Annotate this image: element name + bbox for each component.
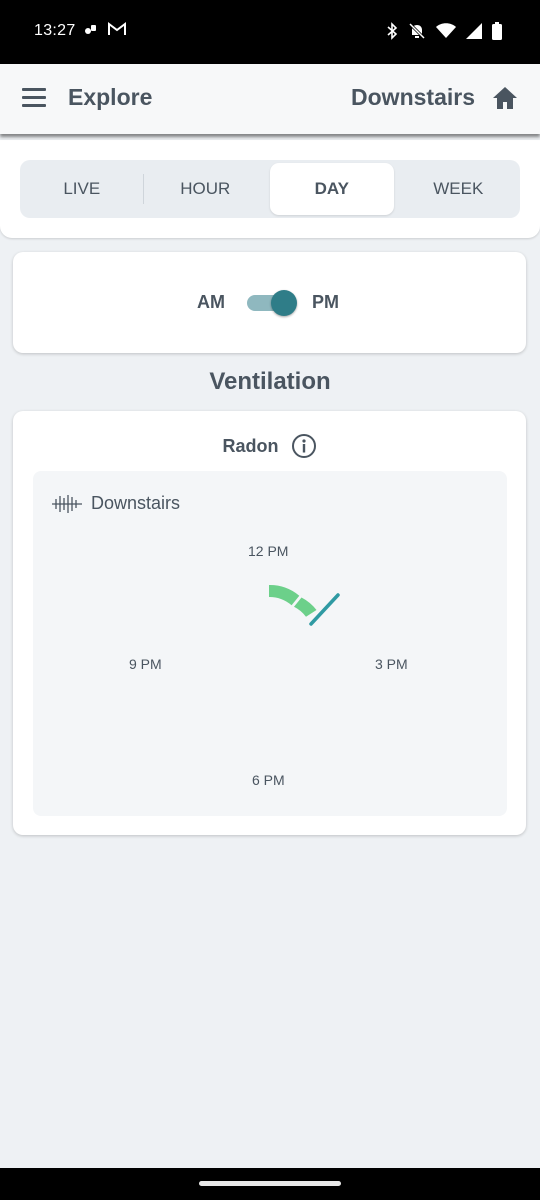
hamburger-menu-icon[interactable] <box>22 88 50 110</box>
signal-icon <box>466 23 482 39</box>
radon-title: Radon <box>222 435 279 456</box>
bluetooth-icon <box>387 22 398 40</box>
tab-week-label: WEEK <box>433 179 484 198</box>
tab-live-label: LIVE <box>63 179 101 198</box>
toggle-thumb <box>271 290 297 316</box>
time-range-panel: LIVE HOUR DAY WEEK <box>0 140 540 238</box>
status-time: 13:27 <box>34 22 76 39</box>
tab-hour[interactable]: HOUR <box>144 160 268 218</box>
photos-icon <box>85 25 96 34</box>
app-bar: Explore Downstairs <box>0 64 540 134</box>
location-selector[interactable]: Downstairs <box>351 84 475 111</box>
am-label[interactable]: AM <box>197 292 225 313</box>
radial-day-chart: Downstairs 12 PM 3 PM 6 PM 9 PM <box>33 471 507 816</box>
system-nav-bar <box>0 1168 540 1200</box>
am-pm-toggle[interactable] <box>245 290 297 316</box>
period-toggle-card: AM PM <box>13 252 526 353</box>
info-icon[interactable] <box>291 433 317 459</box>
tab-live[interactable]: LIVE <box>20 160 144 218</box>
tab-week[interactable]: WEEK <box>397 160 521 218</box>
battery-icon <box>492 22 502 40</box>
radon-level-segment-1 <box>269 584 300 606</box>
pm-label[interactable]: PM <box>312 292 339 313</box>
home-gesture-handle[interactable] <box>199 1181 341 1186</box>
radial-plot <box>269 584 340 626</box>
tab-hour-label: HOUR <box>180 179 231 198</box>
radon-level-segment-2 <box>294 597 317 617</box>
time-range-tabs: LIVE HOUR DAY WEEK <box>20 160 520 218</box>
gmail-icon <box>108 22 126 35</box>
status-bar: 13:27 <box>0 0 540 64</box>
radon-card: Radon Downstairs 12 PM 3 PM 6 PM 9 PM <box>13 411 526 835</box>
page-title: Explore <box>68 84 153 110</box>
tab-day[interactable]: DAY <box>270 163 394 215</box>
mute-icon <box>408 22 426 40</box>
home-icon[interactable] <box>492 85 518 111</box>
section-title: Ventilation <box>209 368 331 395</box>
tab-day-label: DAY <box>314 179 349 198</box>
wifi-icon <box>436 23 456 38</box>
